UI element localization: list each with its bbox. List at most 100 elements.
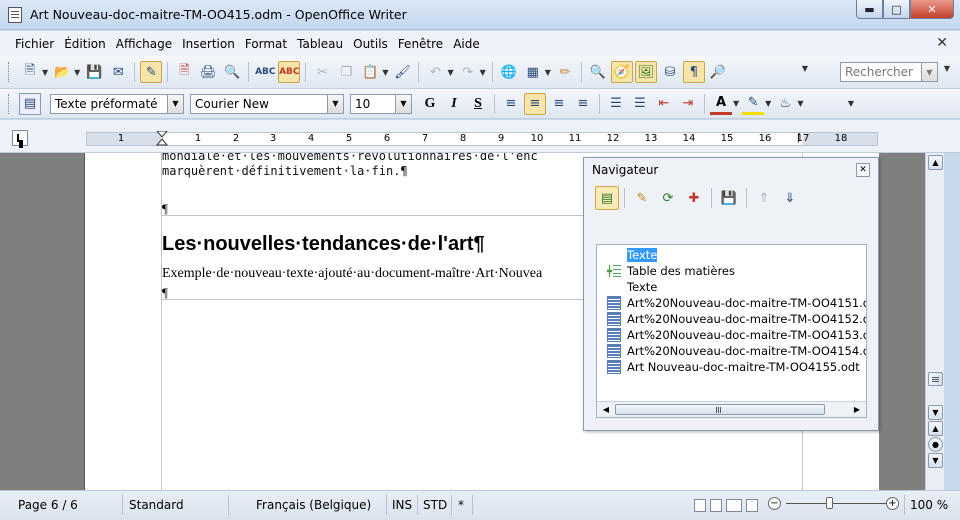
multi-page-view-icon[interactable]	[710, 499, 722, 512]
search-dropdown-icon[interactable]: ▼	[921, 63, 937, 81]
font-size-select[interactable]: 10 ▼	[350, 93, 412, 114]
font-color-dropdown-icon[interactable]: ▼	[733, 99, 739, 108]
undo-icon[interactable]: ↶	[424, 61, 446, 83]
menu-fichier[interactable]: Fichier	[10, 37, 59, 51]
navigator-item[interactable]: Art%20Nouveau-doc-maitre-TM-OO4151.odt	[627, 295, 866, 311]
toolbar-grip[interactable]	[8, 62, 12, 82]
menu-edition[interactable]: Édition	[59, 37, 111, 51]
underline-button[interactable]: S	[467, 93, 489, 115]
align-center-icon[interactable]: ≡	[524, 92, 546, 115]
toolbar-overflow-icon[interactable]: ▼	[800, 64, 810, 73]
italic-button[interactable]: I	[443, 93, 465, 115]
menu-outils[interactable]: Outils	[348, 37, 393, 51]
navigator-item[interactable]: Art%20Nouveau-doc-maitre-TM-OO4154.odt	[627, 343, 866, 359]
print-preview-icon[interactable]: 🔍	[221, 61, 243, 83]
horizontal-ruler[interactable]: 1 1 2 3 4 5 6 7 8 9 10 11 12 13 14 15 16…	[86, 131, 878, 147]
document-body-text[interactable]: Exemple·de·nouveau·texte·ajouté·au·docum…	[162, 266, 542, 282]
navigator-item[interactable]: Art%20Nouveau-doc-maitre-TM-OO4153.odt	[627, 327, 866, 343]
save-icon[interactable]: 💾	[83, 61, 105, 83]
navigator-tree[interactable]: Texte Table des matières Texte Art%20Nouvea…	[596, 244, 867, 418]
toolbar-grip[interactable]	[8, 93, 12, 114]
document-heading[interactable]: Les·nouvelles·tendances·de·l'art¶	[162, 233, 485, 256]
search-field[interactable]: Rechercher ▼	[840, 62, 938, 82]
scroll-thumb[interactable]	[928, 372, 943, 386]
autospellcheck-icon[interactable]: ABC	[278, 61, 301, 83]
paste-icon[interactable]: 📋	[359, 61, 381, 83]
maximize-button[interactable]: □	[883, 0, 910, 19]
zoom-slider-track[interactable]	[786, 503, 886, 504]
navigator-item[interactable]: Texte	[627, 247, 658, 263]
decrease-indent-icon[interactable]: ⇤	[653, 93, 675, 115]
navigator-item[interactable]: Art Nouveau-doc-maitre-TM-OO4155.odt	[627, 359, 860, 375]
copy-icon[interactable]: ❐	[335, 61, 357, 83]
font-name-select[interactable]: Courier New ▼	[190, 93, 344, 114]
tab-stop-type-button[interactable]	[12, 130, 28, 146]
menu-fenetre[interactable]: Fenêtre	[393, 37, 448, 51]
gallery-icon[interactable]: 🖼	[634, 61, 657, 83]
chevron-down-icon[interactable]: ▼	[167, 94, 183, 113]
table-dropdown-icon[interactable]: ▼	[545, 68, 551, 77]
clone-formatting-icon[interactable]: 🖌	[391, 61, 413, 83]
navigation-icon[interactable]: ●	[928, 437, 943, 452]
redo-icon[interactable]: ↷	[457, 61, 479, 83]
numbering-icon[interactable]: ☰	[605, 93, 627, 115]
navigator-horizontal-scrollbar[interactable]: ◀ ▶	[597, 401, 866, 417]
align-right-icon[interactable]: ≡	[548, 93, 570, 115]
single-page-view-icon[interactable]	[694, 499, 706, 512]
indent-marker-icon[interactable]	[156, 131, 168, 147]
open-dropdown-icon[interactable]: ▼	[74, 68, 80, 77]
new-dropdown-icon[interactable]: ▼	[42, 68, 48, 77]
justify-icon[interactable]: ≡	[572, 93, 594, 115]
chevron-down-icon[interactable]: ▼	[395, 94, 411, 113]
show-draw-functions-icon[interactable]: ✏	[554, 61, 576, 83]
data-sources-icon[interactable]: ⛁	[659, 61, 681, 83]
export-pdf-icon[interactable]: 🗎	[173, 61, 195, 83]
undo-dropdown-icon[interactable]: ▼	[447, 68, 453, 77]
print-icon[interactable]: 🖨	[197, 61, 219, 83]
selection-info-icon[interactable]	[746, 499, 758, 512]
minimize-button[interactable]: ▬	[856, 0, 883, 19]
styles-formatting-icon[interactable]: ▤	[19, 92, 41, 115]
navigator-icon[interactable]: 🧭	[610, 61, 633, 83]
language-indicator[interactable]: Français (Belgique)	[256, 498, 371, 512]
close-window-button[interactable]: ✕	[910, 0, 954, 19]
toggle-view-icon[interactable]: ▤	[595, 186, 619, 210]
highlight-dropdown-icon[interactable]: ▼	[765, 99, 771, 108]
open-folder-icon[interactable]: 📂	[51, 61, 73, 83]
highlight-icon[interactable]: ✎	[742, 93, 765, 115]
menu-aide[interactable]: Aide	[448, 37, 485, 51]
zoom-out-icon[interactable]: −	[768, 497, 781, 510]
document-text-line[interactable]: mondiale·et·les·mouvements·révolutionnai…	[162, 153, 538, 163]
update-icon[interactable]: ⟳	[656, 186, 680, 210]
bullets-icon[interactable]: ☰	[629, 93, 651, 115]
insert-mode-indicator[interactable]: INS	[392, 498, 412, 512]
previous-page-icon[interactable]: ▲	[928, 421, 943, 436]
navigator-item[interactable]: Table des matières	[627, 263, 735, 279]
font-color-icon[interactable]: A	[710, 93, 732, 115]
redo-dropdown-icon[interactable]: ▼	[480, 68, 486, 77]
menu-format[interactable]: Format	[240, 37, 292, 51]
navigator-item[interactable]: Art%20Nouveau-doc-maitre-TM-OO4152.odt	[627, 311, 866, 327]
move-down-icon[interactable]: ⇓	[778, 186, 802, 210]
email-icon[interactable]: ✉	[107, 61, 129, 83]
zoom-level[interactable]: 100 %	[910, 498, 948, 512]
increase-indent-icon[interactable]: ⇥	[677, 93, 699, 115]
scroll-thumb[interactable]	[615, 404, 825, 415]
background-dropdown-icon[interactable]: ▼	[797, 99, 803, 108]
scroll-up-icon[interactable]: ▲	[928, 155, 943, 170]
scroll-left-icon[interactable]: ◀	[599, 403, 613, 416]
spellcheck-icon[interactable]: ABC	[254, 61, 276, 83]
selection-mode-indicator[interactable]: STD	[423, 498, 447, 512]
paragraph-mark[interactable]: ¶	[162, 285, 168, 301]
next-page-icon[interactable]: ▼	[928, 453, 943, 468]
toolbar-overflow-icon[interactable]: ▼	[846, 99, 856, 108]
new-document-icon[interactable]: 🗎	[19, 61, 41, 83]
close-icon[interactable]: ✕	[856, 163, 870, 177]
zoom-slider-thumb[interactable]	[826, 497, 833, 509]
paste-dropdown-icon[interactable]: ▼	[382, 68, 388, 77]
zoom-in-icon[interactable]: +	[886, 497, 899, 510]
right-tab-marker-icon[interactable]: ⌈	[797, 133, 801, 144]
cut-icon[interactable]: ✂	[311, 61, 333, 83]
chevron-down-icon[interactable]: ▼	[327, 94, 343, 113]
edit-entry-icon[interactable]: ✎	[630, 186, 654, 210]
